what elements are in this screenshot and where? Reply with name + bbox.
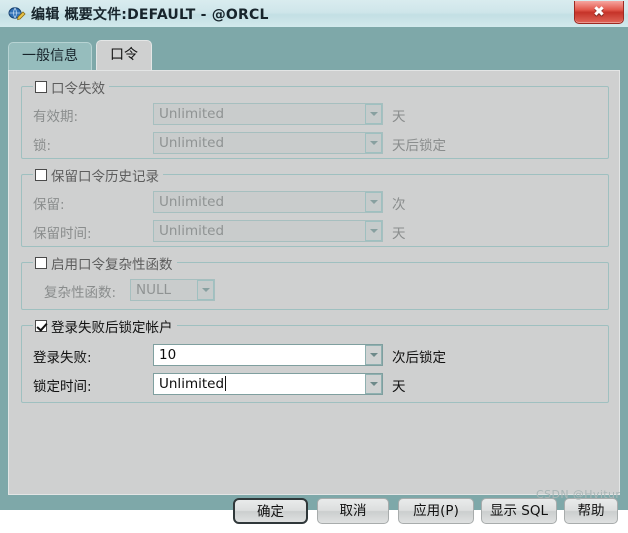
group-failed-login-lock-legend: 登录失败后锁定帐户 [33, 317, 177, 336]
show-sql-button[interactable]: 显示 SQL [481, 498, 557, 524]
group-password-complexity: 启用口令复杂性函数 复杂性函数: NULL [21, 254, 609, 310]
group-failed-login-lock: 登录失败后锁定帐户 登录失败: 10 次后锁定 锁定时间: Unlimited [21, 317, 609, 403]
tab-general[interactable]: 一般信息 [8, 42, 92, 70]
tab-password[interactable]: 口令 [96, 40, 152, 70]
input-complexity-function[interactable]: NULL [130, 279, 215, 301]
label-expiry-lock: 锁: [33, 138, 52, 154]
title-bar: 编辑 概要文件:DEFAULT - @ORCL ✖ [0, 0, 628, 28]
input-lock-time-value: Unlimited [154, 376, 365, 392]
group-password-history-legend: 保留口令历史记录 [33, 166, 163, 185]
input-expiry-period[interactable]: Unlimited [153, 103, 383, 125]
chevron-down-icon[interactable] [365, 104, 382, 124]
input-lock-time[interactable]: Unlimited [153, 373, 383, 395]
dialog-button-bar: 确定 取消 应用(P) 显示 SQL 帮助 [8, 495, 620, 533]
tab-general-label: 一般信息 [22, 48, 78, 64]
chevron-down-icon[interactable] [365, 192, 382, 212]
chevron-down-icon[interactable] [197, 280, 214, 300]
help-button[interactable]: 帮助 [564, 498, 618, 524]
label-complexity-function: 复杂性函数: [44, 285, 117, 301]
input-history-count-value: Unlimited [159, 194, 225, 210]
checkbox-failed-login-lock-label: 登录失败后锁定帐户 [51, 319, 173, 336]
input-expiry-lock[interactable]: Unlimited [153, 132, 383, 154]
group-password-expiry: 口令失效 有效期: Unlimited 天 锁: Unlimited 天后锁定 [21, 78, 609, 159]
edit-profile-icon [8, 5, 26, 22]
group-password-history: 保留口令历史记录 保留: Unlimited 次 保留时间: Unlimited [21, 166, 609, 247]
unit-failed-logins: 次后锁定 [392, 350, 446, 366]
group-password-expiry-legend: 口令失效 [33, 78, 109, 97]
label-history-time: 保留时间: [33, 226, 92, 242]
window-title: 编辑 概要文件:DEFAULT - @ORCL [31, 7, 269, 23]
apply-button[interactable]: 应用(P) [398, 498, 474, 524]
ok-button-label: 确定 [257, 504, 284, 520]
checkbox-password-expiry-label: 口令失效 [51, 80, 105, 97]
unit-expiry-lock: 天后锁定 [392, 138, 446, 154]
input-history-time[interactable]: Unlimited [153, 220, 383, 242]
input-complexity-function-value: NULL [136, 282, 172, 298]
chevron-down-icon[interactable] [365, 345, 382, 365]
checkbox-password-expiry[interactable] [35, 80, 47, 93]
checkbox-password-complexity[interactable] [35, 256, 47, 269]
window-frame: 一般信息 口令 口令失效 有效期: Unlimited 天 锁: Unlimit… [0, 27, 628, 524]
chevron-down-icon[interactable] [365, 221, 382, 241]
label-failed-logins: 登录失败: [33, 350, 92, 366]
chevron-down-icon[interactable] [365, 374, 382, 394]
checkbox-password-history-label: 保留口令历史记录 [51, 168, 159, 185]
close-icon: ✖ [593, 4, 605, 20]
input-expiry-lock-value: Unlimited [159, 135, 225, 151]
unit-history-count: 次 [392, 197, 406, 213]
checkbox-password-complexity-label: 启用口令复杂性函数 [51, 256, 173, 273]
input-failed-logins[interactable]: 10 [153, 344, 383, 366]
unit-history-time: 天 [392, 226, 406, 242]
label-lock-time: 锁定时间: [33, 379, 92, 395]
edit-profile-window: 编辑 概要文件:DEFAULT - @ORCL ✖ 一般信息 口令 口令失效 有… [0, 0, 628, 524]
group-password-complexity-legend: 启用口令复杂性函数 [33, 254, 177, 273]
unit-lock-time: 天 [392, 379, 406, 395]
close-button[interactable]: ✖ [574, 1, 624, 24]
password-tab-panel: 口令失效 有效期: Unlimited 天 锁: Unlimited 天后锁定 … [8, 70, 620, 495]
unit-expiry-period: 天 [392, 109, 406, 125]
apply-button-label: 应用(P) [413, 503, 459, 519]
input-lock-time-text: Unlimited [159, 376, 225, 392]
input-expiry-period-value: Unlimited [159, 106, 225, 122]
input-failed-logins-value: 10 [159, 347, 177, 363]
text-caret [225, 376, 227, 391]
chevron-down-icon[interactable] [365, 133, 382, 153]
checkbox-failed-login-lock[interactable] [35, 319, 47, 332]
input-history-count[interactable]: Unlimited [153, 191, 383, 213]
show-sql-button-label: 显示 SQL [489, 503, 548, 519]
tab-password-label: 口令 [110, 47, 138, 63]
input-history-time-value: Unlimited [159, 223, 225, 239]
label-history-count: 保留: [33, 197, 65, 213]
label-expiry-period: 有效期: [33, 109, 79, 125]
ok-button[interactable]: 确定 [233, 498, 308, 524]
help-button-label: 帮助 [577, 503, 605, 519]
cancel-button[interactable]: 取消 [317, 498, 389, 524]
cancel-button-label: 取消 [339, 503, 367, 519]
checkbox-password-history[interactable] [35, 168, 47, 181]
